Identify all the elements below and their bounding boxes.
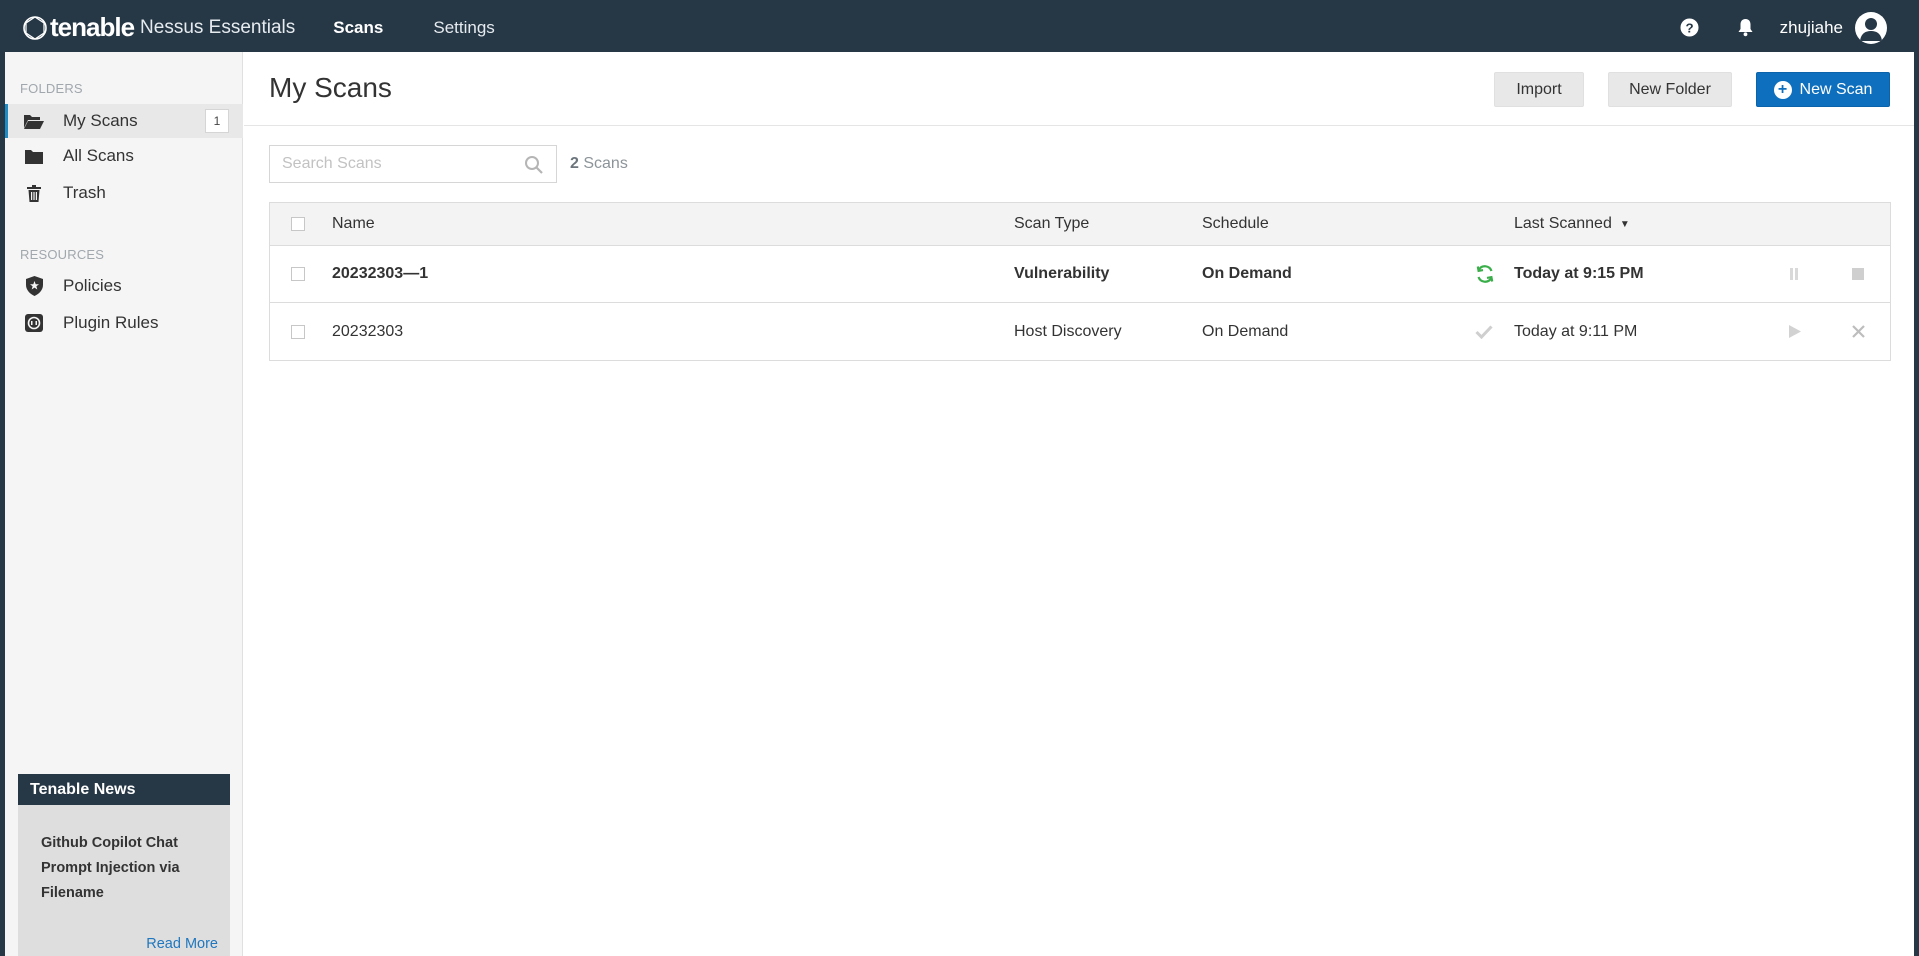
sidebar-item-plugin-rules[interactable]: Plugin Rules (5, 306, 243, 340)
main-content: My Scans Import New Folder + New Scan 2 … (244, 52, 1914, 956)
tenable-news-panel: Tenable News Github Copilot Chat Prompt … (18, 774, 230, 956)
plus-circle-icon: + (1773, 80, 1792, 99)
product-name: Nessus Essentials (140, 16, 296, 38)
stop-icon[interactable] (1852, 246, 1864, 302)
pause-icon[interactable] (1789, 246, 1799, 302)
select-all-checkbox[interactable] (291, 217, 305, 231)
sidebar-item-label: Plugin Rules (63, 313, 159, 332)
sidebar-item-label: My Scans (63, 111, 138, 130)
user-avatar-icon[interactable] (1855, 11, 1887, 44)
user-controls: ? zhujiahe (1680, 3, 1887, 52)
column-header-scan-type[interactable]: Scan Type (1014, 203, 1089, 245)
scan-type: Vulnerability (1014, 265, 1110, 282)
last-scanned-label: Last Scanned (1514, 215, 1612, 232)
folders-section-title: FOLDERS (20, 81, 83, 96)
header-divider (244, 125, 1914, 126)
sidebar-item-label: Policies (63, 276, 122, 295)
sidebar-item-all-scans[interactable]: All Scans (5, 139, 243, 173)
running-refresh-icon (1475, 246, 1495, 302)
sidebar-item-label: Trash (63, 183, 106, 202)
shield-star-icon (23, 276, 45, 296)
resources-section-title: RESOURCES (20, 247, 105, 262)
sidebar-item-policies[interactable]: Policies (5, 269, 243, 303)
table-header: Name Scan Type Schedule Last Scanned ▼ (270, 203, 1890, 246)
row-select-cell (291, 303, 305, 360)
news-headline[interactable]: Github Copilot Chat Prompt Injection via… (18, 805, 230, 906)
read-more-link[interactable]: Read More (146, 936, 218, 952)
search-icon[interactable] (524, 155, 544, 175)
completed-check-icon (1475, 303, 1493, 360)
new-scan-button[interactable]: + New Scan (1756, 72, 1890, 107)
last-scanned-time: Today at 9:11 PM (1514, 322, 1638, 340)
last-scanned-time: Today at 9:15 PM (1514, 265, 1644, 282)
scan-schedule: On Demand (1202, 322, 1289, 340)
nav-scans[interactable]: Scans (333, 18, 383, 38)
sidebar: FOLDERS My Scans 1 All Scans Trash RESOU… (5, 52, 243, 956)
import-button[interactable]: Import (1494, 72, 1584, 107)
news-title: Tenable News (18, 774, 230, 805)
tenable-logo-icon (23, 15, 47, 40)
window-frame-right (1914, 0, 1919, 956)
column-header-name[interactable]: Name (332, 203, 375, 245)
scan-name[interactable]: 20232303—1 (332, 246, 428, 302)
table-row[interactable]: 20232303 Host Discovery On Demand Today … (270, 303, 1890, 360)
sidebar-item-label: All Scans (63, 146, 134, 165)
scan-name[interactable]: 20232303 (332, 303, 403, 360)
scan-schedule: On Demand (1202, 265, 1292, 282)
select-all-cell (291, 203, 305, 245)
scan-count-number: 2 (570, 155, 579, 172)
column-header-schedule[interactable]: Schedule (1202, 203, 1269, 245)
row-checkbox[interactable] (291, 267, 305, 281)
folder-open-icon (23, 111, 45, 131)
brand-name: tenable (50, 12, 135, 42)
nav-settings[interactable]: Settings (433, 18, 494, 38)
row-select-cell (291, 246, 305, 302)
tenable-logo[interactable]: tenable Nessus Essentials (22, 3, 295, 52)
folder-icon (23, 146, 45, 166)
scan-count-label: Scans (583, 155, 628, 172)
scans-table: Name Scan Type Schedule Last Scanned ▼ 2… (269, 202, 1891, 361)
search-box (269, 145, 557, 183)
row-checkbox[interactable] (291, 324, 305, 339)
search-input[interactable] (282, 155, 522, 173)
sort-desc-icon: ▼ (1619, 218, 1630, 230)
scan-count-badge: 1 (205, 109, 229, 133)
delete-x-icon[interactable] (1852, 303, 1865, 360)
new-folder-button[interactable]: New Folder (1608, 72, 1732, 107)
bell-icon[interactable] (1736, 18, 1756, 38)
table-row[interactable]: 20232303—1 Vulnerability On Demand Today… (270, 246, 1890, 303)
plugin-rules-icon (23, 313, 45, 333)
svg-text:?: ? (1686, 20, 1694, 35)
column-header-last-scanned[interactable]: Last Scanned ▼ (1514, 203, 1630, 245)
sidebar-item-my-scans[interactable]: My Scans 1 (5, 104, 243, 138)
scan-type: Host Discovery (1014, 322, 1122, 340)
page-title: My Scans (269, 72, 392, 103)
play-icon[interactable] (1789, 303, 1801, 360)
username[interactable]: zhujiahe (1780, 18, 1843, 38)
top-navigation-bar: tenable Nessus Essentials Scans Settings… (5, 3, 1914, 52)
help-icon[interactable]: ? (1680, 18, 1700, 38)
trash-icon (23, 183, 45, 203)
scan-count: 2 Scans (570, 155, 628, 173)
new-scan-label: New Scan (1799, 80, 1873, 98)
sidebar-item-trash[interactable]: Trash (5, 176, 243, 210)
